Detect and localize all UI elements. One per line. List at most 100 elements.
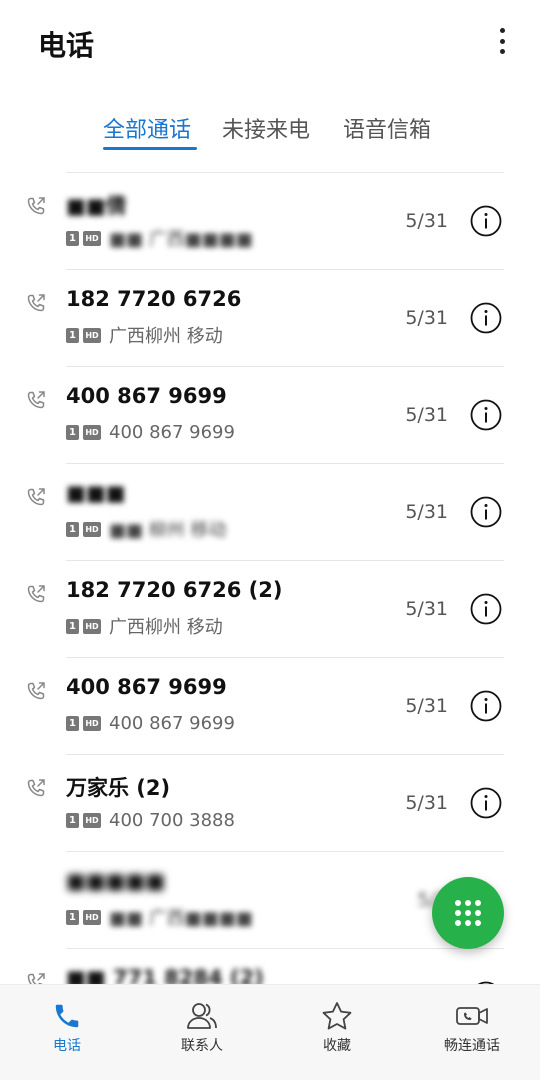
- call-detail: 1 HD ■■ 广西■■■■: [66, 905, 253, 929]
- video-call-icon: [456, 1007, 488, 1025]
- contact-name: ■■■: [66, 481, 126, 505]
- call-location: ■■ 柳州 移动: [109, 520, 227, 541]
- hd-badge: HD: [83, 715, 101, 731]
- call-location: 广西柳州 移动: [109, 326, 223, 347]
- call-location: 广西柳州 移动: [109, 617, 223, 638]
- call-date: 5/31: [405, 792, 448, 814]
- nav-item-contacts[interactable]: 联系人: [147, 995, 257, 1075]
- contact-name: ■■ 771 8284 (2): [66, 966, 264, 984]
- hd-badge: HD: [83, 618, 101, 634]
- call-number: 400 867 9699: [109, 712, 235, 734]
- info-icon[interactable]: [470, 399, 502, 431]
- tab-all-calls[interactable]: 全部通话: [103, 112, 191, 144]
- call-log-row[interactable]: 400 867 9699 1 HD 400 867 9699 5/31: [0, 366, 540, 463]
- call-detail: 1 HD 广西柳州 移动: [66, 323, 223, 347]
- outgoing-call-icon: [27, 779, 45, 797]
- nav-item-favorites[interactable]: 收藏: [282, 995, 392, 1075]
- sim-badge: 1: [66, 618, 79, 634]
- call-number: 400 700 3888: [109, 809, 235, 831]
- call-detail: 1 HD 400 867 9699: [66, 420, 235, 444]
- row-divider: [66, 366, 504, 367]
- call-detail: 1 HD ■■ 柳州 移动: [66, 517, 226, 541]
- outgoing-call-icon: [27, 294, 45, 312]
- outgoing-call-icon: [27, 682, 45, 700]
- call-date: 5/31: [405, 404, 448, 426]
- dialpad-icon: [455, 900, 481, 926]
- info-icon[interactable]: [470, 690, 502, 722]
- call-location: ■■ 广西■■■■: [109, 229, 253, 250]
- call-detail: 1 HD ■■ 广西■■■■: [66, 226, 253, 250]
- call-date: 5/31: [405, 598, 448, 620]
- row-divider: [66, 172, 504, 173]
- info-icon[interactable]: [470, 496, 502, 528]
- tab-missed-calls[interactable]: 未接来电: [222, 112, 310, 144]
- sim-badge: 1: [66, 327, 79, 343]
- call-log-row[interactable]: 182 7720 6726 1 HD 广西柳州 移动 5/31: [0, 269, 540, 366]
- call-date: 5/31: [405, 695, 448, 717]
- row-divider: [66, 948, 504, 949]
- sim-badge: 1: [66, 521, 79, 537]
- contact-name: 182 7720 6726 (2): [66, 578, 283, 602]
- row-divider: [66, 657, 504, 658]
- call-log-row[interactable]: ■■ 771 8284 (2): [0, 948, 540, 984]
- sim-badge: 1: [66, 812, 79, 828]
- call-detail: 1 HD 400 867 9699: [66, 711, 235, 735]
- outgoing-call-icon: [27, 488, 45, 506]
- contact-name: ■■倩: [66, 194, 127, 218]
- nav-label: 畅连通话: [444, 1038, 500, 1054]
- hd-badge: HD: [83, 812, 101, 828]
- call-date: 5/31: [405, 210, 448, 232]
- bottom-navigation: 电话 联系人 收藏 畅连通话: [0, 984, 540, 1080]
- call-number: 400 867 9699: [109, 421, 235, 443]
- outgoing-call-icon: [27, 197, 45, 215]
- call-detail: 1 HD 广西柳州 移动: [66, 614, 223, 638]
- row-divider: [66, 754, 504, 755]
- tab-voicemail[interactable]: 语音信箱: [343, 112, 431, 144]
- nav-label: 电话: [53, 1038, 81, 1054]
- call-location: ■■ 广西■■■■: [109, 908, 253, 929]
- phone-icon: [55, 1004, 79, 1028]
- outgoing-call-icon: [27, 973, 45, 984]
- call-log-row[interactable]: ■■倩 1 HD ■■ 广西■■■■ 5/31: [0, 172, 540, 269]
- contact-name: ■■■■■: [66, 869, 166, 893]
- more-options-icon[interactable]: [494, 26, 510, 56]
- nav-item-phone[interactable]: 电话: [12, 995, 122, 1075]
- star-icon: [322, 1002, 352, 1030]
- call-log-tabs: 全部通话 未接来电 语音信箱: [0, 100, 540, 160]
- active-tab-indicator: [103, 147, 197, 150]
- call-log-row[interactable]: 400 867 9699 1 HD 400 867 9699 5/31: [0, 657, 540, 754]
- hd-badge: HD: [83, 909, 101, 925]
- contact-name: 400 867 9699: [66, 384, 227, 408]
- contact-name: 182 7720 6726: [66, 287, 242, 311]
- contacts-icon: [187, 1003, 217, 1029]
- row-divider: [66, 463, 504, 464]
- contact-name: 400 867 9699: [66, 675, 227, 699]
- info-icon[interactable]: [470, 302, 502, 334]
- hd-badge: HD: [83, 424, 101, 440]
- call-log-row[interactable]: 万家乐 (2) 1 HD 400 700 3888 5/31: [0, 754, 540, 851]
- nav-item-meetime[interactable]: 畅连通话: [417, 995, 527, 1075]
- call-date: 5/31: [405, 307, 448, 329]
- sim-badge: 1: [66, 715, 79, 731]
- info-icon[interactable]: [470, 205, 502, 237]
- sim-badge: 1: [66, 424, 79, 440]
- hd-badge: HD: [83, 230, 101, 246]
- sim-badge: 1: [66, 230, 79, 246]
- info-icon[interactable]: [470, 787, 502, 819]
- call-log-list[interactable]: ■■倩 1 HD ■■ 广西■■■■ 5/31 182 7720 6726 1 …: [0, 172, 540, 984]
- hd-badge: HD: [83, 521, 101, 537]
- call-log-row[interactable]: 182 7720 6726 (2) 1 HD 广西柳州 移动 5/31: [0, 560, 540, 657]
- page-title: 电话: [38, 29, 95, 62]
- contact-name: 万家乐 (2): [66, 776, 171, 800]
- row-divider: [66, 851, 504, 852]
- info-icon[interactable]: [470, 593, 502, 625]
- call-log-row[interactable]: ■■■ 1 HD ■■ 柳州 移动 5/31: [0, 463, 540, 560]
- outgoing-call-icon: [27, 585, 45, 603]
- call-date: 5/31: [405, 501, 448, 523]
- call-detail: 1 HD 400 700 3888: [66, 808, 235, 832]
- row-divider: [66, 560, 504, 561]
- outgoing-call-icon: [27, 391, 45, 409]
- app-header: 电话: [0, 0, 540, 86]
- dialpad-button[interactable]: [432, 877, 504, 949]
- row-divider: [66, 269, 504, 270]
